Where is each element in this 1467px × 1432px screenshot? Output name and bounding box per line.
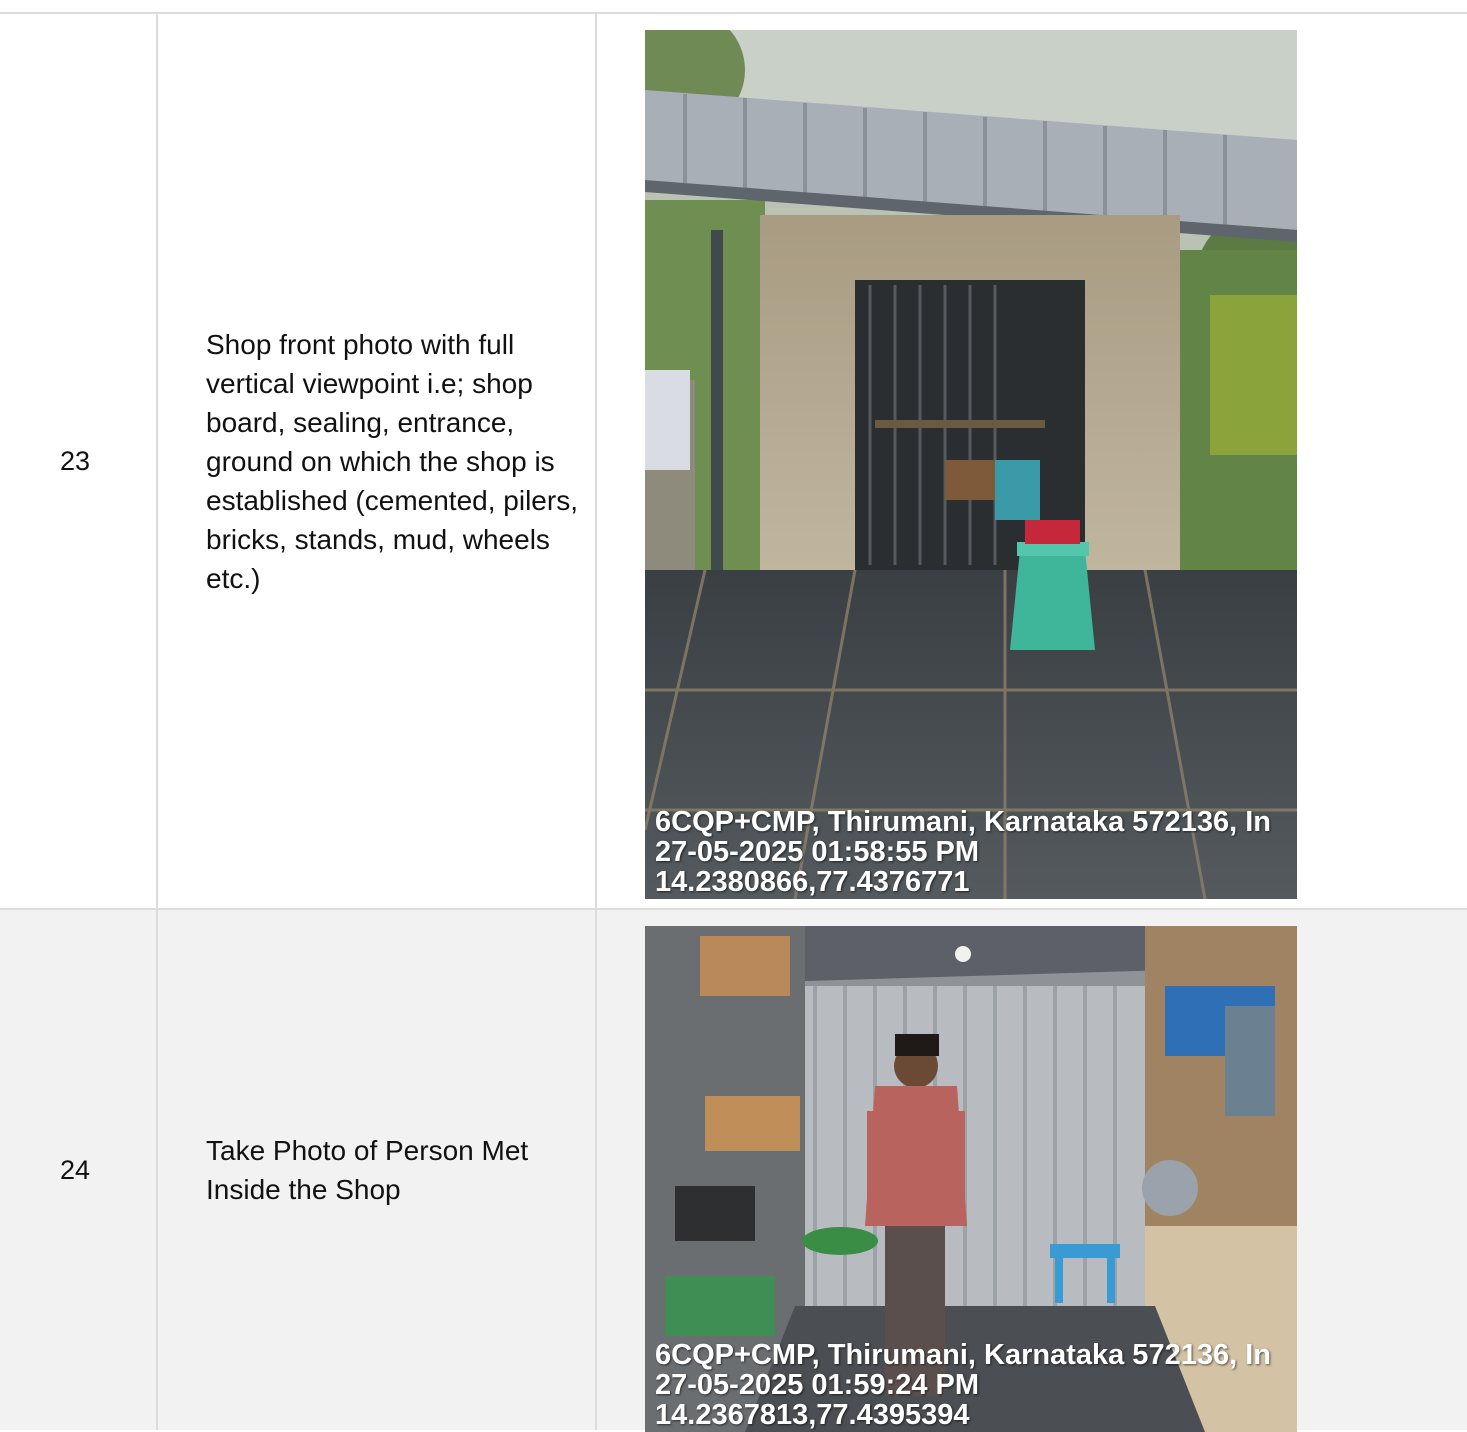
inspection-table: 23 Shop front photo with full vertical v… <box>0 12 1467 1432</box>
photo-cell: 6CQP+CMP, Thirumani, Karnataka 572136, I… <box>597 910 1467 1432</box>
row-description: Take Photo of Person Met Inside the Shop <box>158 910 597 1430</box>
person-inside-shop-photo: 6CQP+CMP, Thirumani, Karnataka 572136, I… <box>645 926 1297 1432</box>
stamp-coordinates: 14.2380866,77.4376771 <box>655 866 970 898</box>
stamp-coordinates: 14.2367813,77.4395394 <box>655 1399 970 1431</box>
row-number: 24 <box>0 910 158 1430</box>
table-row: 24 Take Photo of Person Met Inside the S… <box>0 910 1467 1432</box>
geo-stamp: 6CQP+CMP, Thirumani, Karnataka 572136, I… <box>655 807 1271 897</box>
stamp-datetime: 27-05-2025 01:58:55 PM <box>655 836 980 868</box>
geo-stamp: 6CQP+CMP, Thirumani, Karnataka 572136, I… <box>655 1340 1271 1430</box>
table-row: 23 Shop front photo with full vertical v… <box>0 14 1467 910</box>
shop-front-image <box>645 30 1297 899</box>
stamp-address: 6CQP+CMP, Thirumani, Karnataka 572136, I… <box>655 1339 1271 1371</box>
row-description: Shop front photo with full vertical view… <box>158 14 597 908</box>
row-number: 23 <box>0 14 158 908</box>
stamp-datetime: 27-05-2025 01:59:24 PM <box>655 1369 980 1401</box>
photo-cell: 6CQP+CMP, Thirumani, Karnataka 572136, I… <box>597 14 1467 908</box>
stamp-address: 6CQP+CMP, Thirumani, Karnataka 572136, I… <box>655 806 1271 838</box>
shop-front-photo: 6CQP+CMP, Thirumani, Karnataka 572136, I… <box>645 30 1297 899</box>
